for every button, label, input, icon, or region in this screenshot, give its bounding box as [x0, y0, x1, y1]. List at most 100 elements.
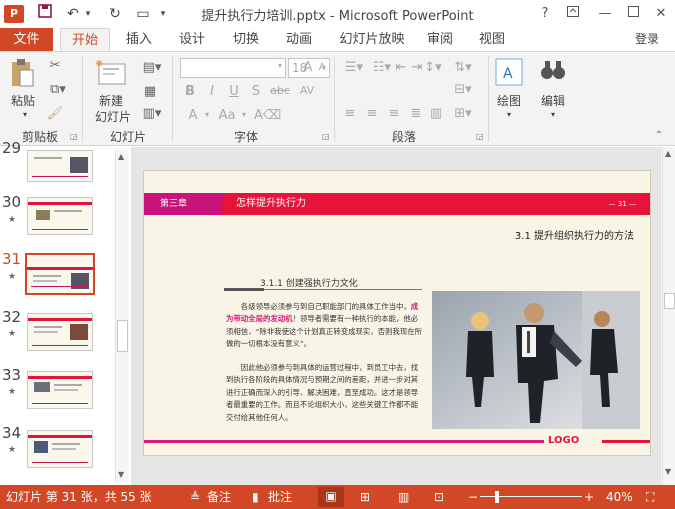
line-spacing-icon[interactable]: ↕▾	[420, 60, 446, 75]
paste-button[interactable]: 粘贴	[8, 92, 38, 109]
slide-thumbnail-32[interactable]	[27, 313, 93, 351]
qat-customize-icon[interactable]: ▾	[156, 4, 170, 24]
grow-font-icon[interactable]: A	[302, 60, 314, 75]
ribbon-display-button[interactable]	[560, 4, 586, 24]
close-button[interactable]: ✕	[648, 4, 674, 24]
editing-button[interactable]: 编辑	[534, 92, 572, 109]
collapse-ribbon-icon[interactable]: ⌃	[652, 130, 666, 141]
font-color-dropdown-icon[interactable]: ▾	[203, 110, 211, 119]
save-icon[interactable]	[34, 4, 56, 24]
undo-icon[interactable]: ↶	[62, 4, 84, 24]
thumbnail-scrollbar[interactable]: ▲ ▼	[115, 150, 129, 483]
zoom-in-button[interactable]: +	[584, 488, 594, 506]
cut-icon[interactable]: ✂	[46, 58, 64, 73]
new-slide-sub-label[interactable]: 幻灯片	[88, 108, 138, 125]
drawing-shapes-icon[interactable]: A	[494, 58, 524, 88]
notes-button[interactable]: 备注	[207, 488, 231, 506]
zoom-slider-thumb[interactable]	[495, 491, 499, 503]
scrollbar-thumb[interactable]	[117, 320, 128, 352]
clear-formatting-icon[interactable]: A⌫	[254, 108, 281, 123]
bullets-icon[interactable]: ☰▾	[342, 60, 366, 75]
section-heading[interactable]: 3.1.1 创建强执行力文化	[260, 276, 358, 289]
char-spacing-button[interactable]: AV	[296, 84, 318, 97]
help-button[interactable]: ?	[532, 4, 558, 24]
body-paragraph-1[interactable]: 各级领导必须参与到自己职能部门的具体工作当中，成为带动全局的发动机！领导者需要有…	[226, 301, 424, 351]
bold-button[interactable]: B	[183, 84, 197, 99]
new-slide-icon[interactable]: ✸	[94, 58, 128, 88]
slide-thumbnail-33[interactable]	[27, 371, 93, 409]
zoom-out-button[interactable]: −	[468, 488, 478, 506]
shrink-font-icon[interactable]: A	[317, 62, 327, 73]
reset-icon[interactable]: ▦	[140, 84, 160, 99]
tab-view[interactable]: 视图	[470, 28, 514, 51]
copy-icon[interactable]: ⧉▾	[46, 82, 70, 97]
reading-view-icon[interactable]: ▥	[398, 488, 409, 506]
notes-icon[interactable]: ≜	[190, 488, 200, 506]
slide-title[interactable]: 怎样提升执行力	[224, 193, 306, 215]
scroll-down-icon[interactable]: ▼	[118, 470, 124, 479]
slide-thumbnail-30[interactable]	[27, 197, 93, 235]
editor-scroll-thumb[interactable]	[664, 293, 675, 309]
font-name-combo[interactable]: ▾	[180, 58, 286, 78]
editor-vertical-scrollbar[interactable]: ▲ ▼	[662, 147, 675, 485]
format-painter-icon[interactable]: 🖌	[46, 106, 64, 121]
current-slide[interactable]: 第三章 怎样提升执行力 — 31 — 3.1 提升组织执行力的方法 3.1.1 …	[143, 170, 651, 456]
comments-icon[interactable]: ▮	[252, 488, 259, 506]
align-center-icon[interactable]: ≡	[364, 106, 380, 121]
zoom-level[interactable]: 40%	[606, 488, 633, 506]
fit-to-window-icon[interactable]: ⛶	[646, 488, 654, 506]
find-binoculars-icon[interactable]	[538, 58, 568, 88]
comments-button[interactable]: 批注	[268, 488, 292, 506]
italic-button[interactable]: I	[205, 84, 219, 99]
strikethrough-button[interactable]: abc	[269, 84, 291, 97]
drawing-dropdown-icon[interactable]: ▾	[504, 110, 514, 119]
slide-thumbnail-34[interactable]	[27, 430, 93, 468]
decrease-indent-icon[interactable]: ⇤	[394, 60, 408, 75]
numbering-icon[interactable]: ☷▾	[370, 60, 394, 75]
tab-file[interactable]: 文件	[0, 28, 53, 51]
redo-icon[interactable]: ↻	[104, 4, 126, 24]
text-direction-icon[interactable]: ⇅▾	[450, 60, 476, 75]
tab-review[interactable]: 审阅	[418, 28, 462, 51]
layout-icon[interactable]: ▤▾	[140, 60, 164, 75]
columns-icon[interactable]: ▥	[428, 106, 444, 121]
tab-design[interactable]: 设计	[170, 28, 214, 51]
new-slide-label[interactable]: 新建	[88, 92, 134, 109]
justify-icon[interactable]: ≣	[408, 106, 424, 121]
slideshow-view-icon[interactable]: ⊡	[434, 488, 444, 506]
paste-icon[interactable]	[8, 58, 36, 88]
shadow-button[interactable]: S	[249, 84, 263, 99]
undo-dropdown-icon[interactable]: ▾	[82, 4, 94, 24]
editor-scroll-up-icon[interactable]: ▲	[665, 149, 671, 158]
align-left-icon[interactable]: ≡	[342, 106, 358, 121]
change-case-dropdown-icon[interactable]: ▾	[240, 110, 248, 119]
tab-slideshow[interactable]: 幻灯片放映	[332, 28, 412, 51]
body-paragraph-2[interactable]: 因此他必须参与到具体的运营过程中，到员工中去，找到执行各阶段的具体情况与预期之间…	[226, 362, 424, 424]
paste-dropdown-icon[interactable]: ▾	[20, 110, 30, 119]
normal-view-icon[interactable]: ▣	[318, 487, 344, 507]
font-color-button[interactable]: A	[186, 108, 200, 123]
slide-subtitle[interactable]: 3.1 提升组织执行力的方法	[515, 227, 634, 242]
slide-thumbnail-29[interactable]	[27, 150, 93, 182]
paragraph-launcher-icon[interactable]: ◲	[476, 132, 484, 141]
clipboard-launcher-icon[interactable]: ◲	[70, 132, 78, 141]
smartart-icon[interactable]: ⊞▾	[450, 106, 476, 121]
maximize-button[interactable]	[620, 4, 646, 24]
underline-button[interactable]: U	[227, 84, 241, 99]
slideshow-start-icon[interactable]: ▭	[132, 4, 154, 24]
font-name-dropdown-icon[interactable]: ▾	[278, 61, 282, 70]
tab-transitions[interactable]: 切换	[224, 28, 268, 51]
powerpoint-logo-icon[interactable]: P	[4, 5, 24, 23]
scroll-up-icon[interactable]: ▲	[118, 152, 124, 161]
section-icon[interactable]: ▥▾	[140, 106, 164, 121]
business-team-running-photo[interactable]	[432, 291, 640, 429]
tab-home[interactable]: 开始	[60, 28, 110, 52]
minimize-button[interactable]: —	[592, 4, 618, 24]
align-right-icon[interactable]: ≡	[386, 106, 402, 121]
slide-sorter-icon[interactable]: ⊞	[360, 488, 370, 506]
slide-thumbnail-31[interactable]	[25, 253, 95, 295]
drawing-button[interactable]: 绘图	[490, 92, 528, 109]
editing-dropdown-icon[interactable]: ▾	[548, 110, 558, 119]
align-text-icon[interactable]: ⊟▾	[450, 82, 476, 97]
login-link[interactable]: 登录	[635, 28, 675, 51]
